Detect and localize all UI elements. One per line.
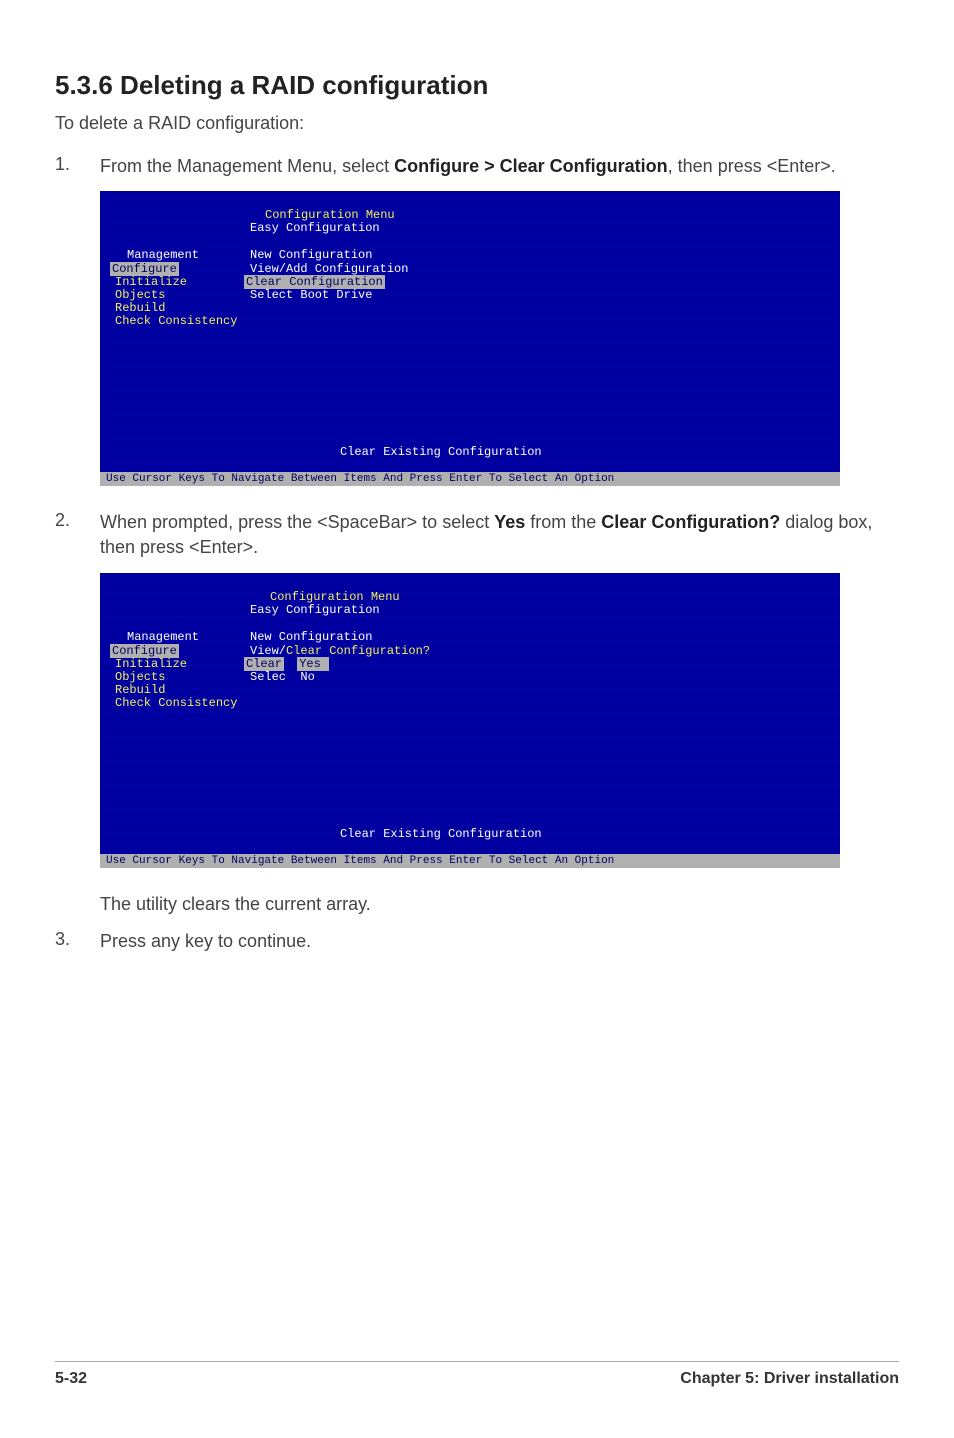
chapter-label: Chapter 5: Driver installation bbox=[680, 1370, 899, 1388]
bios-screenshot-2: Configuration Menu Management Configure … bbox=[100, 573, 840, 868]
mgmt-item-configure-2: Configure bbox=[110, 645, 179, 658]
conf-item-easy-2: Easy Configuration bbox=[250, 604, 380, 617]
bios-bg-pattern bbox=[100, 191, 840, 486]
step-2-seg-2: from the bbox=[525, 512, 601, 532]
page-number: 5-32 bbox=[55, 1370, 87, 1388]
bios-screenshot-1: Configuration Menu Management Configure … bbox=[100, 191, 840, 486]
step-number: 2. bbox=[55, 510, 100, 560]
step-number: 1. bbox=[55, 154, 100, 179]
step-2-seg-1: Yes bbox=[494, 512, 525, 532]
step-text: From the Management Menu, select Configu… bbox=[100, 154, 836, 179]
step-1-seg-0: From the Management Menu, select bbox=[100, 156, 394, 176]
banner-clear-existing: Clear Existing Configuration bbox=[340, 446, 542, 459]
step-2: 2. When prompted, press the <SpaceBar> t… bbox=[55, 510, 899, 560]
conf-item-new: New Configuration bbox=[250, 249, 372, 262]
page-footer: 5-32 Chapter 5: Driver installation bbox=[55, 1361, 899, 1388]
post-shot-text: The utility clears the current array. bbox=[100, 892, 371, 917]
conf-item-new-2: New Configuration bbox=[250, 631, 372, 644]
section-heading: 5.3.6 Deleting a RAID configuration bbox=[55, 70, 899, 101]
step-number: 3. bbox=[55, 929, 100, 954]
step-2-seg-0: When prompted, press the <SpaceBar> to s… bbox=[100, 512, 494, 532]
conf-item-selec-2: Selec No bbox=[250, 671, 315, 684]
step-1-seg-2: , then press <Enter>. bbox=[668, 156, 836, 176]
step-2-seg-3: Clear Configuration? bbox=[601, 512, 780, 532]
bios-footer-bar-2: Use Cursor Keys To Navigate Between Item… bbox=[100, 854, 840, 868]
config-menu-title-2: Configuration Menu bbox=[270, 591, 400, 604]
conf-item-boot: Select Boot Drive bbox=[250, 289, 372, 302]
dialog-title: Clear Configuration? bbox=[286, 644, 430, 658]
dialog-option-yes: Yes bbox=[297, 657, 329, 671]
mgmt-item-initialize-2: Initialize bbox=[115, 658, 187, 671]
conf-item-easy: Easy Configuration bbox=[250, 222, 380, 235]
mgmt-label-2: Management bbox=[127, 631, 199, 644]
bios-footer-bar: Use Cursor Keys To Navigate Between Item… bbox=[100, 472, 840, 486]
step-text: Press any key to continue. bbox=[100, 929, 311, 954]
step-text: When prompted, press the <SpaceBar> to s… bbox=[100, 510, 899, 560]
mgmt-item-check: Check Consistency bbox=[115, 315, 237, 328]
mgmt-item-check-2: Check Consistency bbox=[115, 697, 237, 710]
intro-text: To delete a RAID configuration: bbox=[55, 113, 899, 134]
banner-clear-existing-2: Clear Existing Configuration bbox=[340, 828, 542, 841]
dialog-option-no: No bbox=[300, 670, 314, 684]
step-3: 3. Press any key to continue. bbox=[55, 929, 899, 954]
step-number-blank bbox=[55, 892, 100, 917]
bios-bg-pattern bbox=[100, 573, 840, 868]
step-1: 1. From the Management Menu, select Conf… bbox=[55, 154, 899, 179]
post-step-2-note: The utility clears the current array. bbox=[55, 892, 899, 917]
mgmt-item-objects-2: Objects bbox=[115, 671, 165, 684]
conf-item-view-prefix-2: View/Clear Configuration? bbox=[250, 645, 430, 658]
mgmt-item-rebuild-2: Rebuild bbox=[115, 684, 165, 697]
step-1-seg-1: Configure > Clear Configuration bbox=[394, 156, 668, 176]
mgmt-label: Management bbox=[127, 249, 199, 262]
